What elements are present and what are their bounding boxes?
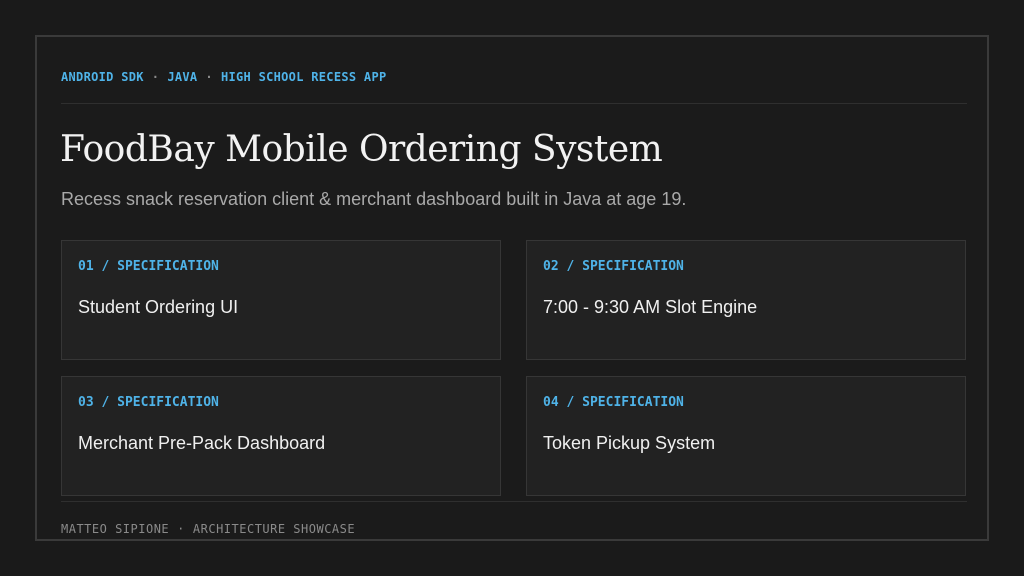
- spec-card-label: 02 / SPECIFICATION: [543, 259, 684, 274]
- footer-section: ARCHITECTURE SHOWCASE: [192, 522, 356, 536]
- slide-frame: ANDROID SDK · JAVA · HIGH SCHOOL RECESS APP …: [35, 35, 989, 541]
- page-title: FoodBay Mobile Ordering System: [60, 129, 663, 170]
- header-divider: [61, 103, 967, 104]
- tag-separator: ·: [205, 70, 213, 84]
- footer-divider: [61, 501, 967, 502]
- footer-separator: ·: [177, 522, 185, 536]
- spec-card-text: Token Pickup System: [543, 433, 716, 453]
- spec-card-label: 03 / SPECIFICATION: [78, 395, 219, 410]
- spec-card-1: 01 / SPECIFICATION Student Ordering UI: [61, 240, 501, 360]
- footer-credit: MATTEO SIPIONE · ARCHITECTURE SHOWCASE: [61, 522, 355, 536]
- spec-card-3: 03 / SPECIFICATION Merchant Pre-Pack Das…: [61, 376, 501, 496]
- spec-card-2: 02 / SPECIFICATION 7:00 - 9:30 AM Slot E…: [526, 240, 966, 360]
- spec-card-text: 7:00 - 9:30 AM Slot Engine: [543, 297, 758, 317]
- spec-card-text: Student Ordering UI: [78, 297, 239, 317]
- spec-card-label: 04 / SPECIFICATION: [543, 395, 684, 410]
- spec-card-4: 04 / SPECIFICATION Token Pickup System: [526, 376, 966, 496]
- footer-author: MATTEO SIPIONE: [61, 522, 170, 536]
- tag-separator: ·: [151, 70, 160, 84]
- tag-android-sdk: ANDROID SDK: [61, 70, 144, 84]
- spec-card-label: 01 / SPECIFICATION: [78, 259, 219, 274]
- tag-high-school-recess-app: HIGH SCHOOL RECESS APP: [220, 70, 387, 84]
- spec-card-text: Merchant Pre-Pack Dashboard: [78, 433, 326, 453]
- page-subtitle: Recess snack reservation client & mercha…: [61, 189, 687, 209]
- tech-tag-line: ANDROID SDK · JAVA · HIGH SCHOOL RECESS APP: [61, 70, 387, 84]
- tag-java: JAVA: [167, 70, 198, 84]
